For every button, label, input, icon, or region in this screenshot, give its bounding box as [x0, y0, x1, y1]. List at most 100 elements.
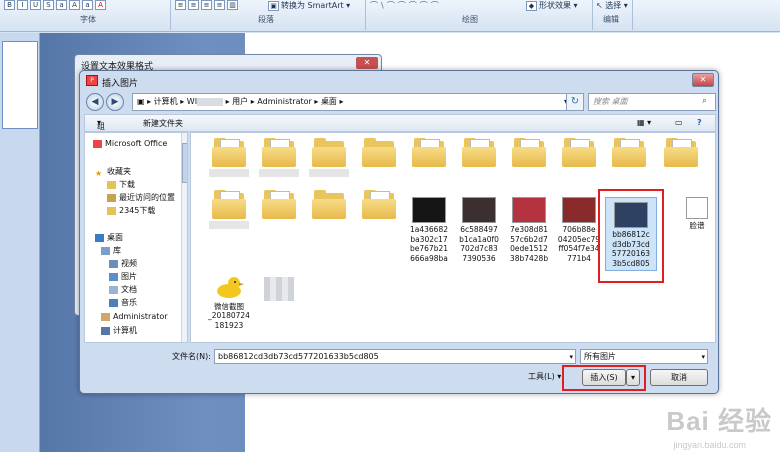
help-icon[interactable]: ? — [697, 118, 702, 127]
shape-effect-button[interactable]: ◆ 形状效果 ▾ — [526, 0, 578, 12]
nav-item-desktop[interactable]: 桌面 — [95, 232, 123, 244]
ribbon-separator — [170, 0, 171, 30]
image-file-item[interactable]: 脸谱 — [673, 195, 715, 231]
library-icon — [101, 246, 110, 255]
case-icon[interactable]: a — [82, 0, 93, 10]
shadow-icon[interactable]: a — [56, 0, 67, 10]
filename-input[interactable]: bb86812cd3db73cd577201633b5cd805 ▾ — [214, 349, 576, 364]
font-format-buttons[interactable]: BIUSaAaA — [4, 0, 108, 12]
selected-file-highlight[interactable]: bb86812c d3db73cd 57720163 3b5cd805 — [598, 189, 664, 283]
nav-scrollbar[interactable] — [181, 133, 187, 342]
align-right-icon[interactable]: ≡ — [201, 0, 212, 10]
nav-item-2345[interactable]: 2345下载 — [107, 205, 155, 217]
image-file-item[interactable]: 1a436682 ba302c17 be767b21 666a98ba — [405, 195, 453, 263]
align-left-icon[interactable]: ≡ — [175, 0, 186, 10]
columns-icon[interactable]: ▥ — [227, 0, 238, 10]
select-button[interactable]: ↖ 选择 ▾ — [596, 0, 628, 12]
file-list: 1a436682 ba302c17 be767b21 666a98ba 6c58849… — [190, 132, 716, 343]
nav-item-favorites[interactable]: ★ 收藏夹 — [95, 166, 131, 178]
folder-item[interactable] — [605, 137, 653, 167]
duck-thumbnail-icon — [217, 277, 244, 298]
organize-button[interactable]: 组织 ▾ — [97, 118, 105, 142]
convert-smartart-button[interactable]: ▣ 转换为 SmartArt ▾ — [268, 0, 350, 12]
italic-icon[interactable]: I — [17, 0, 28, 10]
folder-item[interactable] — [205, 137, 253, 177]
image-thumbnail — [512, 197, 546, 223]
folder-item[interactable] — [355, 137, 403, 167]
image-file-item[interactable]: 微信截图 _20180724 181923 — [205, 275, 253, 330]
spacing-icon[interactable]: A — [69, 0, 80, 10]
breadcrumb-computer[interactable]: 计算机 — [154, 97, 178, 106]
breadcrumb-desktop[interactable]: 桌面 — [321, 97, 337, 106]
folder-icon — [412, 137, 446, 167]
bold-icon[interactable]: B — [4, 0, 15, 10]
document-icon — [109, 285, 118, 294]
user-icon — [101, 312, 110, 321]
insert-dropdown-icon[interactable]: ▾ — [626, 369, 640, 386]
breadcrumb-administrator[interactable]: Administrator — [257, 97, 312, 106]
close-icon[interactable]: ✕ — [692, 73, 714, 87]
breadcrumb-users[interactable]: 用户 — [232, 97, 248, 106]
folder-icon — [212, 189, 246, 219]
nav-item-downloads[interactable]: 下载 — [107, 179, 135, 191]
selected-image-file-item[interactable]: bb86812c d3db73cd 57720163 3b5cd805 — [605, 197, 657, 271]
select-label: 选择 — [605, 1, 622, 10]
insert-button[interactable]: 插入(S) — [582, 369, 626, 386]
shapes-gallery[interactable]: ⌒\⌒⌒⌒⌒⌒ — [370, 0, 442, 12]
strikethrough-icon[interactable]: S — [43, 0, 54, 10]
nav-item-recent[interactable]: 最近访问的位置 — [107, 192, 175, 204]
folder-item[interactable] — [555, 137, 603, 167]
recent-icon — [107, 193, 116, 202]
search-input[interactable]: 搜索 桌面 — [588, 93, 716, 111]
image-file-item[interactable]: 6c588497 b1ca1a0f0 702d7c83 7390536 — [455, 195, 503, 263]
cancel-button[interactable]: 取消 — [650, 369, 708, 386]
forward-arrow-icon[interactable]: ▶ — [106, 93, 124, 111]
nav-item-documents[interactable]: 文档 — [109, 284, 137, 296]
folder-item[interactable] — [255, 189, 303, 219]
folder-item[interactable] — [405, 137, 453, 167]
folder-icon — [512, 137, 546, 167]
paragraph-buttons[interactable]: ≡ ≡ ≡ ≡ ▥ — [175, 0, 240, 12]
new-folder-button[interactable]: 新建文件夹 — [143, 118, 183, 129]
folder-item[interactable] — [205, 189, 253, 229]
slide-thumbnail-pane — [0, 33, 40, 452]
address-bar[interactable]: ▣ ▸ 计算机 ▸ WI ▸ 用户 ▸ Administrator ▸ 桌面 ▸… — [132, 93, 572, 111]
folder-item[interactable] — [355, 189, 403, 219]
tools-button[interactable]: 工具(L) ▾ — [528, 371, 561, 382]
back-arrow-icon[interactable]: ◀ — [86, 93, 104, 111]
blurred-file-item[interactable] — [255, 275, 303, 303]
preview-pane-icon[interactable]: ▭ — [675, 118, 683, 127]
font-color-icon[interactable]: A — [95, 0, 106, 10]
folder-item[interactable] — [505, 137, 553, 167]
folder-item[interactable] — [255, 137, 303, 177]
nav-item-music[interactable]: 音乐 — [109, 297, 137, 309]
image-file-item[interactable]: 706b88e 04205ec79 ff054f7e34 771b4 — [555, 195, 603, 263]
folder-item[interactable] — [305, 137, 353, 177]
underline-icon[interactable]: U — [30, 0, 41, 10]
folder-item[interactable] — [455, 137, 503, 167]
refresh-icon[interactable]: ↻ — [566, 93, 584, 111]
nav-item-administrator[interactable]: Administrator — [101, 311, 168, 323]
desktop-icon — [95, 233, 104, 242]
nav-item-pictures[interactable]: 图片 — [109, 271, 137, 283]
nav-item-video[interactable]: 视频 — [109, 258, 137, 270]
nav-item-office[interactable]: Microsoft Office — [93, 138, 167, 150]
slide-thumbnail[interactable] — [2, 41, 38, 129]
navigation-pane: Microsoft Office ★ 收藏夹 下载 最近访问的位置 2345下载 … — [84, 132, 188, 343]
nav-item-library[interactable]: 库 — [101, 245, 121, 257]
image-file-item[interactable]: 7e308d81 57c6b2d7 0ede1512 38b7428b — [505, 195, 553, 263]
command-toolbar: 组织 ▾ 新建文件夹 ▦ ▾ ▭ ? — [84, 114, 716, 142]
scrollbar-thumb[interactable] — [182, 143, 187, 183]
justify-icon[interactable]: ≡ — [214, 0, 225, 10]
music-icon — [109, 298, 118, 307]
folder-item[interactable] — [657, 137, 705, 167]
breadcrumb-drive[interactable]: WI — [187, 97, 197, 106]
folder-icon — [262, 137, 296, 167]
filetype-select[interactable]: 所有图片 ▾ — [580, 349, 708, 364]
view-options-icon[interactable]: ▦ ▾ — [637, 118, 651, 127]
align-center-icon[interactable]: ≡ — [188, 0, 199, 10]
close-icon[interactable]: ✕ — [356, 57, 378, 69]
nav-item-computer[interactable]: 计算机 — [101, 325, 137, 337]
folder-item[interactable] — [305, 189, 353, 219]
group-label-drawing: 绘图 — [462, 15, 478, 24]
